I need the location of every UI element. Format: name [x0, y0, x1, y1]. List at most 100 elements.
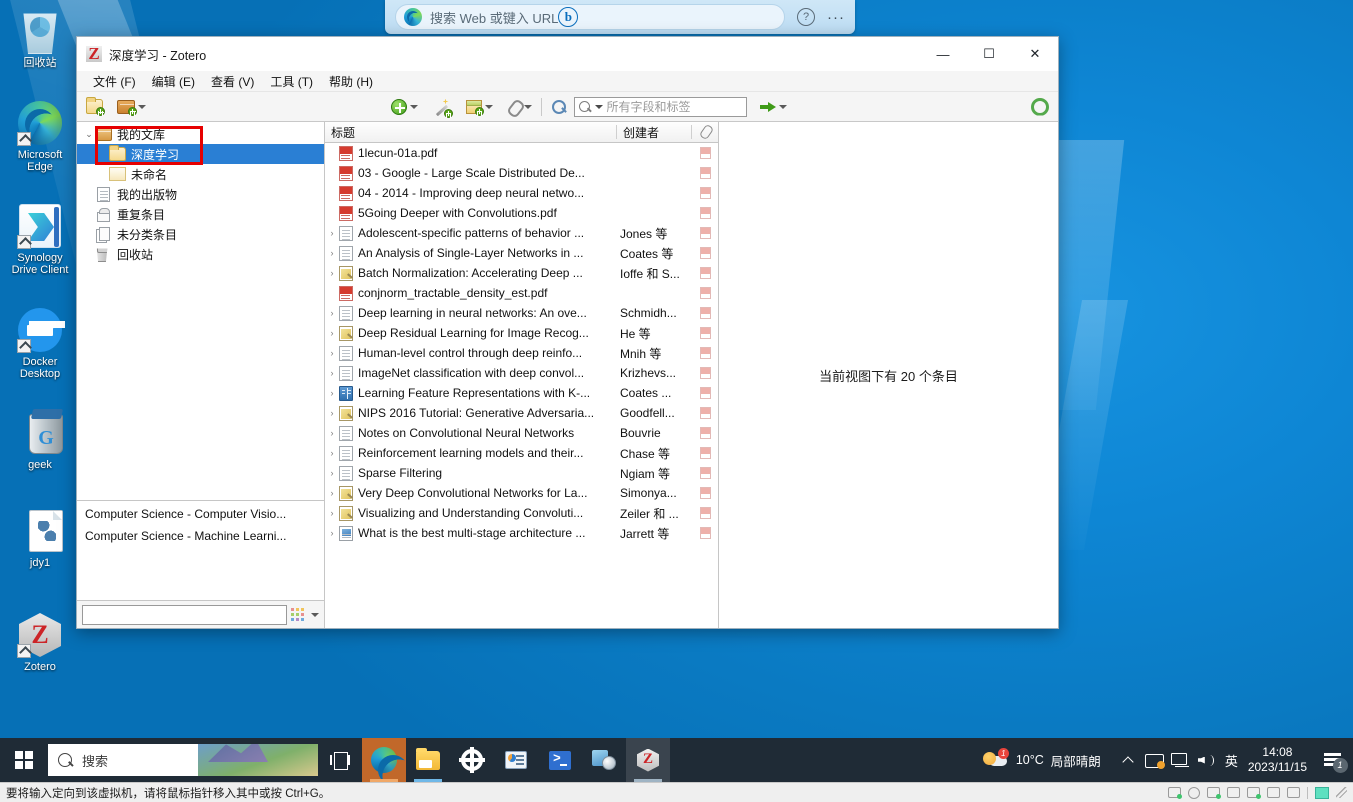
vm-cd-icon[interactable] [1188, 787, 1200, 799]
twisty-icon[interactable]: › [325, 268, 339, 278]
menu-item-edit[interactable]: 编辑 (E) [144, 71, 203, 92]
twisty-icon[interactable]: › [325, 508, 339, 518]
table-row[interactable]: 1lecun-01a.pdf [325, 143, 718, 163]
table-row[interactable]: ›Visualizing and Understanding Convoluti… [325, 503, 718, 523]
edge-search-input[interactable]: 搜索 Web 或键入 URL b [395, 4, 785, 30]
twisty-icon[interactable]: › [325, 448, 339, 458]
taskbar-clock[interactable]: 14:08 2023/11/15 [1248, 745, 1307, 775]
vm-usb2-icon[interactable] [1287, 787, 1300, 798]
desktop-icon-docker-desktop[interactable]: Docker Desktop [4, 307, 76, 380]
sync-button[interactable] [1028, 96, 1052, 118]
more-options-icon[interactable]: ··· [827, 9, 845, 26]
new-collection-button[interactable] [83, 97, 106, 116]
new-item-button[interactable] [388, 97, 421, 117]
desktop-icon-microsoft-edge[interactable]: Microsoft Edge [4, 100, 76, 173]
twisty-icon[interactable]: › [325, 408, 339, 418]
twisty-icon[interactable]: ⌄ [83, 129, 95, 140]
collection-row-my-publications[interactable]: 我的出版物 [77, 184, 324, 204]
minimize-button[interactable]: — [920, 37, 966, 71]
item-attachment-cell[interactable] [692, 307, 718, 319]
notification-center-button[interactable]: 1 [1317, 738, 1347, 782]
new-library-button[interactable] [114, 98, 149, 116]
edge-search-bar[interactable]: 搜索 Web 或键入 URL b ? ··· [385, 0, 855, 34]
item-attachment-cell[interactable] [692, 267, 718, 279]
twisty-icon[interactable]: › [325, 248, 339, 258]
tag-filter-input[interactable] [82, 605, 287, 625]
tag-color-grid-icon[interactable] [291, 608, 304, 621]
column-header-attachment[interactable] [692, 122, 718, 142]
collection-row-unfiled[interactable]: 未分类条目 [77, 224, 324, 244]
collections-tree[interactable]: ⌄ 我的文库 深度学习 未命名 我的出版物 [77, 122, 324, 500]
chevron-down-icon[interactable] [595, 105, 603, 109]
twisty-icon[interactable]: › [325, 308, 339, 318]
table-row[interactable]: ›Batch Normalization: Accelerating Deep … [325, 263, 718, 283]
tag-item[interactable]: Computer Science - Machine Learni... [85, 529, 316, 543]
twisty-icon[interactable]: › [325, 348, 339, 358]
twisty-icon[interactable]: › [325, 428, 339, 438]
start-button[interactable] [0, 738, 48, 782]
add-attachment-button[interactable] [504, 97, 535, 117]
taskbar-app-media[interactable] [582, 738, 626, 782]
twisty-icon[interactable]: › [325, 388, 339, 398]
item-attachment-cell[interactable] [692, 187, 718, 199]
menu-item-view[interactable]: 查看 (V) [203, 71, 262, 92]
table-row[interactable]: 03 - Google - Large Scale Distributed De… [325, 163, 718, 183]
twisty-icon[interactable]: › [325, 488, 339, 498]
collection-row-trash[interactable]: 回收站 [77, 244, 324, 264]
item-attachment-cell[interactable] [692, 147, 718, 159]
add-by-identifier-button[interactable] [431, 97, 453, 117]
taskbar-task-view-button[interactable] [318, 738, 362, 782]
vm-unity-icon[interactable] [1315, 787, 1329, 799]
vm-sound-icon[interactable] [1247, 787, 1260, 798]
taskbar-app-file-explorer[interactable] [406, 738, 450, 782]
table-row[interactable]: ›Learning Feature Representations with K… [325, 383, 718, 403]
twisty-icon[interactable]: › [325, 368, 339, 378]
table-row[interactable]: ›Human-level control through deep reinfo… [325, 343, 718, 363]
column-header-title[interactable]: 标题 [325, 122, 616, 142]
desktop-icon-recycle-bin[interactable]: 回收站 [4, 8, 76, 69]
item-attachment-cell[interactable] [692, 427, 718, 439]
tray-network-icon[interactable] [1167, 738, 1193, 782]
item-attachment-cell[interactable] [692, 447, 718, 459]
chevron-down-icon[interactable] [311, 613, 319, 617]
table-row[interactable]: ›ImageNet classification with deep convo… [325, 363, 718, 383]
search-input[interactable]: 所有字段和标签 [574, 97, 747, 117]
item-attachment-cell[interactable] [692, 247, 718, 259]
vm-printer-icon[interactable] [1227, 787, 1240, 798]
collection-row-unnamed[interactable]: 未命名 [77, 164, 324, 184]
table-row[interactable]: ›What is the best multi-stage architectu… [325, 523, 718, 543]
new-note-button[interactable] [463, 98, 496, 116]
item-attachment-cell[interactable] [692, 527, 718, 539]
menu-item-file[interactable]: 文件 (F) [85, 71, 144, 92]
table-row[interactable]: ›Reinforcement learning models and their… [325, 443, 718, 463]
item-attachment-cell[interactable] [692, 507, 718, 519]
item-attachment-cell[interactable] [692, 467, 718, 479]
taskbar-search-box[interactable]: 搜索 [48, 744, 318, 776]
tray-volume-icon[interactable] [1193, 738, 1219, 782]
vm-usb-icon[interactable] [1267, 787, 1280, 798]
vm-network-icon[interactable] [1207, 787, 1220, 798]
table-row[interactable]: 5Going Deeper with Convolutions.pdf [325, 203, 718, 223]
item-attachment-cell[interactable] [692, 227, 718, 239]
table-row[interactable]: 04 - 2014 - Improving deep neural netwo.… [325, 183, 718, 203]
desktop-icon-geek[interactable]: geek [4, 410, 76, 471]
item-attachment-cell[interactable] [692, 367, 718, 379]
item-attachment-cell[interactable] [692, 327, 718, 339]
table-row[interactable]: ›Sparse FilteringNgiam 等 [325, 463, 718, 483]
twisty-icon[interactable]: › [325, 528, 339, 538]
item-attachment-cell[interactable] [692, 207, 718, 219]
item-attachment-cell[interactable] [692, 347, 718, 359]
table-row[interactable]: ›Deep learning in neural networks: An ov… [325, 303, 718, 323]
taskbar-app-microsoft-edge[interactable] [362, 738, 406, 782]
ime-indicator[interactable]: 英 [1225, 751, 1238, 770]
item-attachment-cell[interactable] [692, 287, 718, 299]
table-row[interactable]: ›Adolescent-specific patterns of behavio… [325, 223, 718, 243]
advanced-search-button[interactable] [548, 97, 570, 117]
table-row[interactable]: ›Notes on Convolutional Neural NetworksB… [325, 423, 718, 443]
twisty-icon[interactable]: › [325, 228, 339, 238]
menu-item-help[interactable]: 帮助 (H) [321, 71, 381, 92]
item-attachment-cell[interactable] [692, 167, 718, 179]
table-row[interactable]: ›Deep Residual Learning for Image Recog.… [325, 323, 718, 343]
items-list[interactable]: 1lecun-01a.pdf03 - Google - Large Scale … [325, 143, 718, 628]
tag-list[interactable]: Computer Science - Computer Visio... Com… [77, 501, 324, 600]
